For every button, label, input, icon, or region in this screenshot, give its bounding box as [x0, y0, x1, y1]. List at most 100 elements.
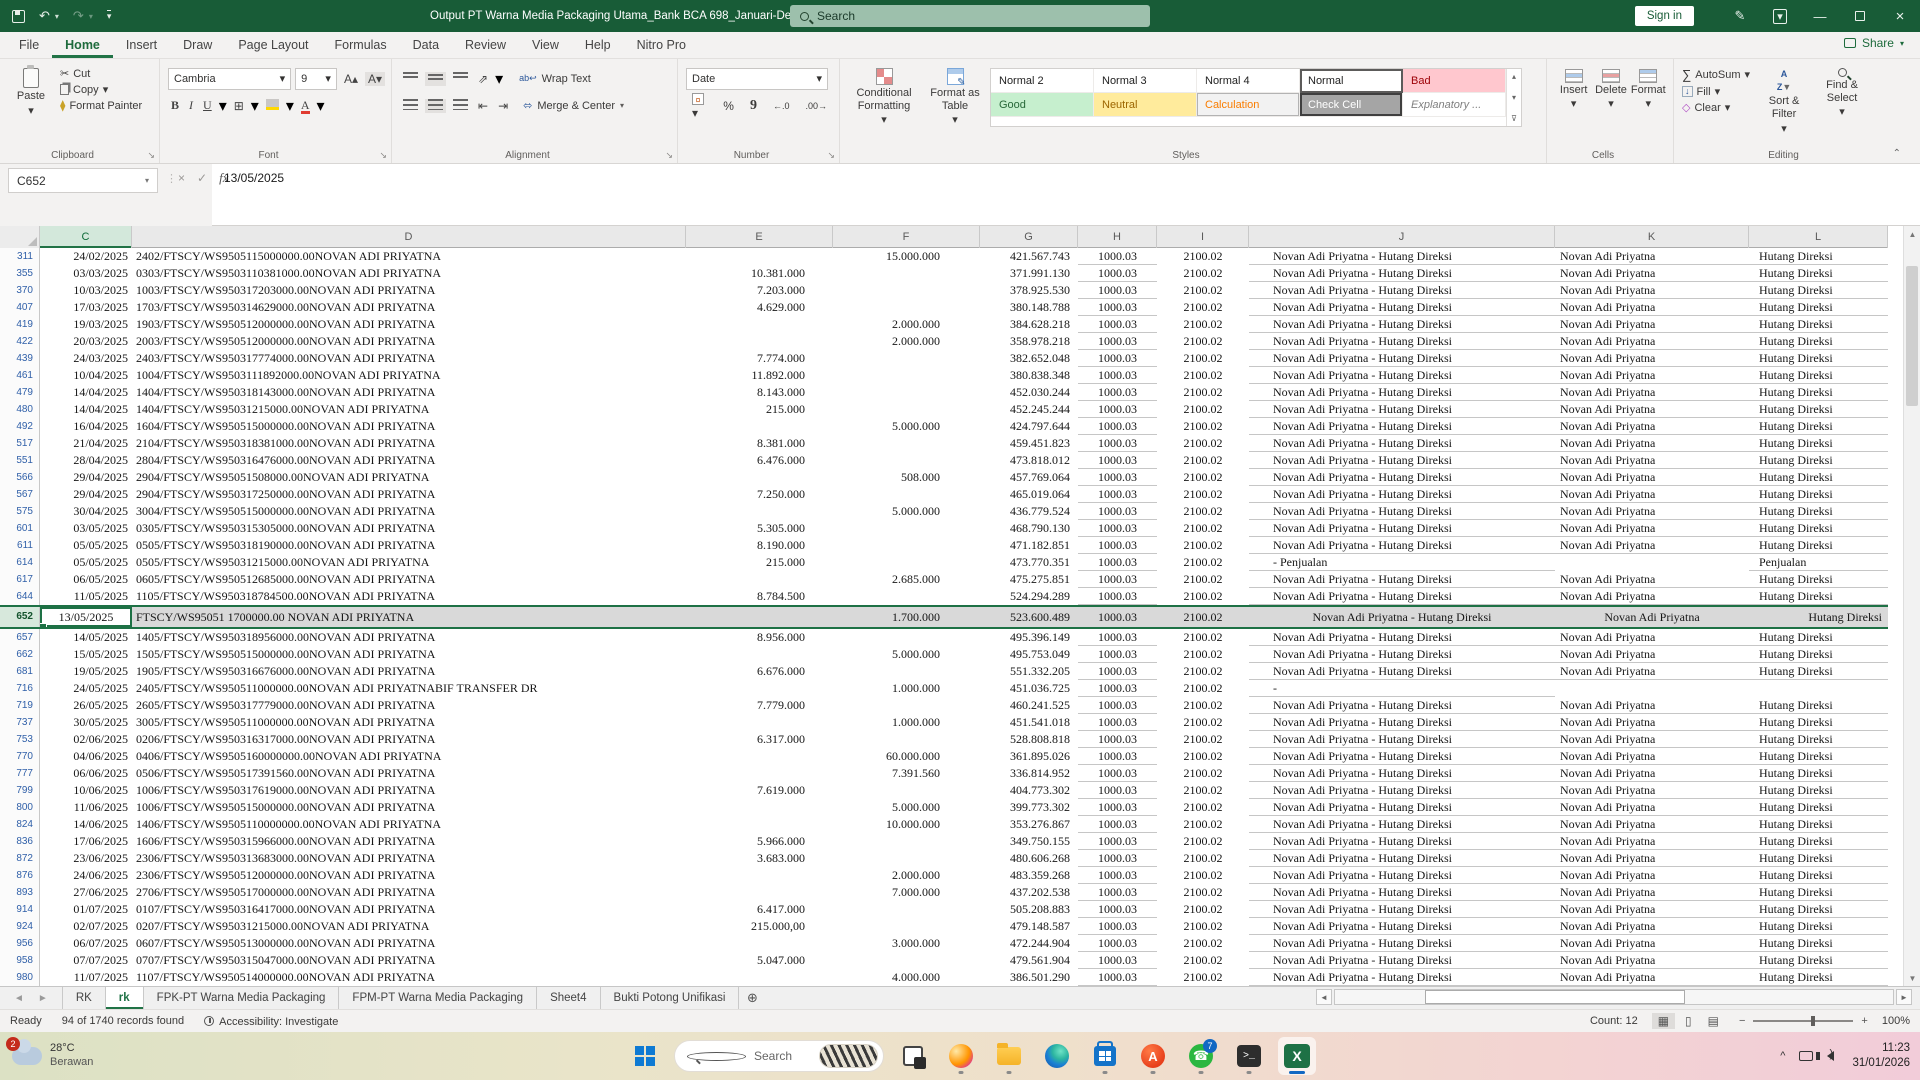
number-format-select[interactable]: Date▾: [686, 68, 828, 90]
taskbar-button-terminal[interactable]: >_: [1230, 1037, 1268, 1075]
cell-L737[interactable]: Hutang Direksi: [1749, 714, 1888, 731]
cell-D370[interactable]: 1003/FTSCY/WS950317203000.00NOVAN ADI PR…: [132, 282, 686, 299]
cell-F777[interactable]: 7.391.560: [833, 765, 980, 782]
cell-C799[interactable]: 10/06/2025: [40, 782, 132, 799]
cell-J644[interactable]: Novan Adi Priyatna - Hutang Direksi: [1249, 588, 1555, 605]
cell-H407[interactable]: 1000.03: [1078, 299, 1157, 316]
cell-L370[interactable]: Hutang Direksi: [1749, 282, 1888, 299]
cell-H716[interactable]: 1000.03: [1078, 680, 1157, 697]
cell-I958[interactable]: 2100.02: [1157, 952, 1249, 969]
cell-H956[interactable]: 1000.03: [1078, 935, 1157, 952]
cell-D461[interactable]: 1004/FTSCY/WS9503111892000.00NOVAN ADI P…: [132, 367, 686, 384]
tab-data[interactable]: Data: [400, 33, 452, 58]
cell-J662[interactable]: Novan Adi Priyatna - Hutang Direksi: [1249, 646, 1555, 663]
row-header-876[interactable]: 876: [0, 867, 40, 884]
cell-L980[interactable]: Hutang Direksi: [1749, 969, 1888, 986]
column-header-J[interactable]: J: [1249, 226, 1555, 248]
cell-E770[interactable]: [686, 748, 833, 765]
cell-F770[interactable]: 60.000.000: [833, 748, 980, 765]
cell-C681[interactable]: 19/05/2025: [40, 663, 132, 680]
cell-L681[interactable]: Hutang Direksi: [1749, 663, 1888, 680]
alignment-dialog-launcher-icon[interactable]: ↘: [665, 150, 673, 161]
cell-J567[interactable]: Novan Adi Priyatna - Hutang Direksi: [1249, 486, 1555, 503]
row-header-551[interactable]: 551: [0, 452, 40, 469]
cell-H492[interactable]: 1000.03: [1078, 418, 1157, 435]
font-dialog-launcher-icon[interactable]: ↘: [379, 150, 387, 161]
cell-E799[interactable]: 7.619.000: [686, 782, 833, 799]
cell-E614[interactable]: 215.000: [686, 554, 833, 571]
cell-J836[interactable]: Novan Adi Priyatna - Hutang Direksi: [1249, 833, 1555, 850]
cell-H872[interactable]: 1000.03: [1078, 850, 1157, 867]
taskbar-button-start[interactable]: [626, 1037, 664, 1075]
cell-I956[interactable]: 2100.02: [1157, 935, 1249, 952]
normal-view-icon[interactable]: ▦: [1652, 1013, 1675, 1029]
cell-C422[interactable]: 20/03/2025: [40, 333, 132, 350]
cell-J439[interactable]: Novan Adi Priyatna - Hutang Direksi: [1249, 350, 1555, 367]
cell-H370[interactable]: 1000.03: [1078, 282, 1157, 299]
cell-K614[interactable]: [1555, 554, 1749, 571]
cell-H617[interactable]: 1000.03: [1078, 571, 1157, 588]
row-header-799[interactable]: 799: [0, 782, 40, 799]
cell-L958[interactable]: Hutang Direksi: [1749, 952, 1888, 969]
align-right-button[interactable]: [450, 99, 471, 113]
cell-C716[interactable]: 24/05/2025: [40, 680, 132, 697]
cell-C958[interactable]: 07/07/2025: [40, 952, 132, 969]
cell-G716[interactable]: 451.036.725: [980, 680, 1078, 697]
row-header-800[interactable]: 800: [0, 799, 40, 816]
underline-button[interactable]: U: [200, 98, 215, 113]
cell-K311[interactable]: Novan Adi Priyatna: [1555, 248, 1749, 265]
restore-button[interactable]: [1840, 0, 1880, 32]
row-header-567[interactable]: 567: [0, 486, 40, 503]
cell-D611[interactable]: 0505/FTSCY/WS950318190000.00NOVAN ADI PR…: [132, 537, 686, 554]
cell-E461[interactable]: 11.892.000: [686, 367, 833, 384]
copy-button[interactable]: Copy▾: [60, 83, 142, 96]
cell-E777[interactable]: [686, 765, 833, 782]
insert-cells-button[interactable]: Insert▾: [1555, 65, 1592, 110]
cell-I876[interactable]: 2100.02: [1157, 867, 1249, 884]
cell-L551[interactable]: Hutang Direksi: [1749, 452, 1888, 469]
redo-icon[interactable]: ↷: [73, 8, 84, 24]
cell-E480[interactable]: 215.000: [686, 401, 833, 418]
cell-F958[interactable]: [833, 952, 980, 969]
cell-D799[interactable]: 1006/FTSCY/WS950317619000.00NOVAN ADI PR…: [132, 782, 686, 799]
cell-H355[interactable]: 1000.03: [1078, 265, 1157, 282]
cell-I770[interactable]: 2100.02: [1157, 748, 1249, 765]
cell-J824[interactable]: Novan Adi Priyatna - Hutang Direksi: [1249, 816, 1555, 833]
cell-L652[interactable]: Hutang Direksi: [1749, 607, 1888, 627]
cell-D567[interactable]: 2904/FTSCY/WS950317250000.00NOVAN ADI PR…: [132, 486, 686, 503]
cell-D492[interactable]: 1604/FTSCY/WS950515000000.00NOVAN ADI PR…: [132, 418, 686, 435]
network-icon[interactable]: [1799, 1051, 1813, 1061]
row-header-644[interactable]: 644: [0, 588, 40, 605]
cell-G461[interactable]: 380.838.348: [980, 367, 1078, 384]
cell-C836[interactable]: 17/06/2025: [40, 833, 132, 850]
cell-I753[interactable]: 2100.02: [1157, 731, 1249, 748]
cell-K893[interactable]: Novan Adi Priyatna: [1555, 884, 1749, 901]
cell-I551[interactable]: 2100.02: [1157, 452, 1249, 469]
cell-J422[interactable]: Novan Adi Priyatna - Hutang Direksi: [1249, 333, 1555, 350]
cell-H422[interactable]: 1000.03: [1078, 333, 1157, 350]
cell-K753[interactable]: Novan Adi Priyatna: [1555, 731, 1749, 748]
cell-H652[interactable]: 1000.03: [1078, 607, 1157, 627]
cell-C800[interactable]: 11/06/2025: [40, 799, 132, 816]
cell-E575[interactable]: [686, 503, 833, 520]
cell-E662[interactable]: [686, 646, 833, 663]
cell-K956[interactable]: Novan Adi Priyatna: [1555, 935, 1749, 952]
zoom-slider-thumb[interactable]: [1811, 1016, 1815, 1026]
cell-L492[interactable]: Hutang Direksi: [1749, 418, 1888, 435]
sort-filter-button[interactable]: AZ▼ Sort & Filter▾: [1760, 65, 1808, 135]
cell-D439[interactable]: 2403/FTSCY/WS950317774000.00NOVAN ADI PR…: [132, 350, 686, 367]
cell-E958[interactable]: 5.047.000: [686, 952, 833, 969]
cell-D479[interactable]: 1404/FTSCY/WS950318143000.00NOVAN ADI PR…: [132, 384, 686, 401]
style-bad[interactable]: Bad: [1403, 69, 1506, 93]
cell-H611[interactable]: 1000.03: [1078, 537, 1157, 554]
cell-K662[interactable]: Novan Adi Priyatna: [1555, 646, 1749, 663]
column-header-H[interactable]: H: [1078, 226, 1157, 248]
cell-C980[interactable]: 11/07/2025: [40, 969, 132, 986]
cell-K876[interactable]: Novan Adi Priyatna: [1555, 867, 1749, 884]
cell-I566[interactable]: 2100.02: [1157, 469, 1249, 486]
cell-I407[interactable]: 2100.02: [1157, 299, 1249, 316]
cell-I617[interactable]: 2100.02: [1157, 571, 1249, 588]
cell-E719[interactable]: 7.779.000: [686, 697, 833, 714]
cell-E566[interactable]: [686, 469, 833, 486]
cell-H800[interactable]: 1000.03: [1078, 799, 1157, 816]
